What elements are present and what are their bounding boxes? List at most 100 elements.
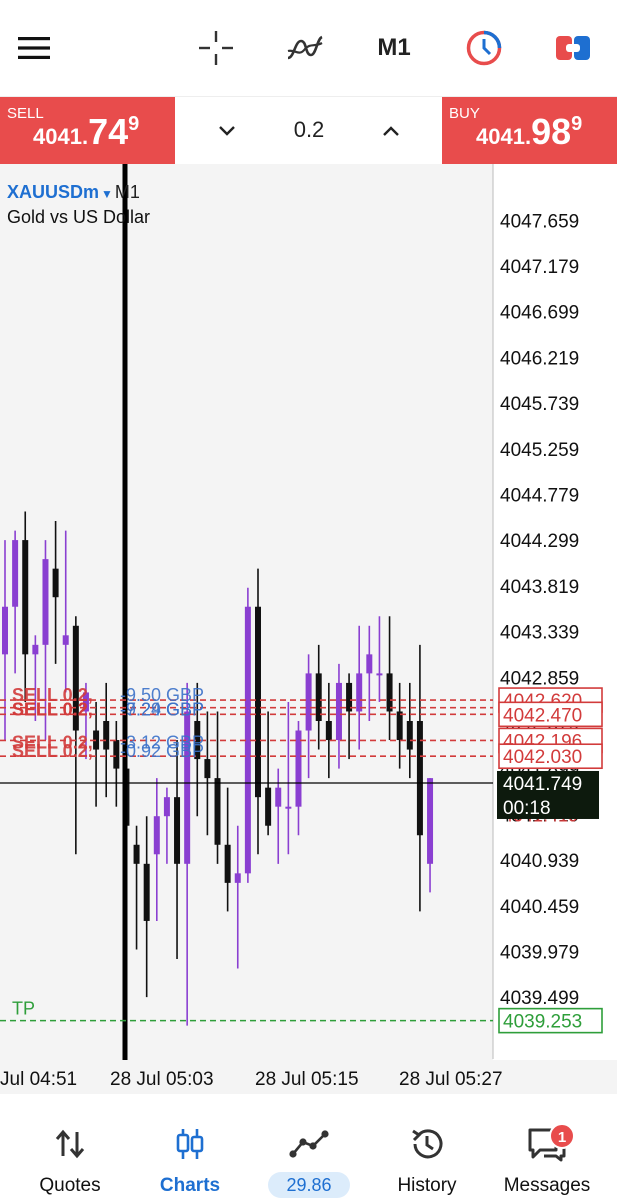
- candle-body[interactable]: [174, 797, 181, 864]
- candle-body[interactable]: [143, 863, 150, 921]
- crosshair-button[interactable]: [192, 24, 240, 72]
- chevron-up-icon: [383, 126, 399, 136]
- buy-price: 4041.989: [476, 111, 582, 153]
- candle-body[interactable]: [396, 711, 403, 741]
- price-tick-label: 4039.499: [500, 988, 579, 1009]
- symbol-dropdown-icon[interactable]: ▼: [101, 187, 113, 201]
- sell-button[interactable]: SELL 4041.749: [0, 97, 175, 165]
- history-clock-button[interactable]: [460, 24, 508, 72]
- order-line-profit: -7.24 GBP: [120, 699, 204, 719]
- messages-badge: 1: [549, 1123, 575, 1149]
- price-tick-label: 4045.739: [500, 394, 579, 415]
- candle-body[interactable]: [113, 740, 120, 769]
- candle-body[interactable]: [406, 720, 413, 750]
- menu-button[interactable]: [10, 24, 58, 72]
- symbol-header[interactable]: XAUUSDm ▼ M1: [7, 182, 140, 203]
- candle-body[interactable]: [386, 673, 393, 712]
- clock-chart-icon: [466, 30, 502, 66]
- nav-quotes[interactable]: Quotes: [10, 1094, 130, 1200]
- nav-charts[interactable]: Charts: [130, 1094, 250, 1200]
- current-price-label: 4041.749: [503, 774, 582, 795]
- volume-value[interactable]: 0.2: [269, 117, 349, 143]
- nav-messages[interactable]: Messages: [487, 1094, 607, 1200]
- one-click-trade-panel: SELL 4041.749 0.2 BUY 4041.989: [0, 96, 617, 165]
- order-line-label: SELL 0.2,: [12, 741, 93, 761]
- price-tick-label: 4040.939: [500, 851, 579, 872]
- take-profit-price-label: 4039.253: [503, 1012, 582, 1033]
- nav-history[interactable]: History: [367, 1094, 487, 1200]
- candle-body[interactable]: [234, 873, 241, 883]
- candle-body[interactable]: [356, 673, 363, 712]
- candle-body[interactable]: [366, 654, 373, 674]
- nav-history-label: History: [397, 1175, 457, 1196]
- nav-messages-label: Messages: [503, 1175, 591, 1196]
- bottom-navigation: Quotes Charts 29.86 History Messages: [0, 1094, 617, 1200]
- price-tick-label: 4043.819: [500, 577, 579, 598]
- sell-price-sup: 9: [128, 113, 140, 135]
- candle-body[interactable]: [153, 816, 160, 855]
- candle-body[interactable]: [305, 673, 312, 731]
- volume-increase-button[interactable]: [369, 109, 413, 153]
- chevron-down-icon: [219, 126, 235, 136]
- symbol-description: Gold vs US Dollar: [7, 207, 151, 227]
- candle-body[interactable]: [325, 720, 332, 741]
- nav-charts-label: Charts: [159, 1175, 221, 1196]
- candle-body[interactable]: [335, 682, 342, 741]
- candle-body[interactable]: [103, 720, 110, 750]
- trade-balance-pill[interactable]: 29.86: [268, 1172, 350, 1198]
- buy-button[interactable]: BUY 4041.989: [442, 97, 617, 165]
- price-tick-label: 4045.259: [500, 440, 579, 461]
- candle-body[interactable]: [62, 635, 69, 645]
- candle-body[interactable]: [427, 778, 434, 864]
- candle-body[interactable]: [376, 673, 383, 676]
- price-chart[interactable]: 4047.659 4047.179 4046.699 4046.219 4045.739…: [0, 164, 617, 1094]
- time-tick-label: Jul 04:51: [0, 1069, 77, 1090]
- candle-body[interactable]: [255, 606, 261, 798]
- price-tick-label: 4047.179: [500, 257, 579, 278]
- price-tick-label: 4044.299: [500, 531, 579, 552]
- indicators-button[interactable]: [280, 24, 330, 72]
- candle-body[interactable]: [416, 720, 423, 836]
- price-tick-label: 4044.779: [500, 485, 579, 506]
- volume-control: 0.2: [175, 97, 442, 165]
- candle-body[interactable]: [32, 644, 39, 655]
- one-click-trading-button[interactable]: [548, 24, 598, 72]
- sell-price-big: 74: [88, 111, 129, 152]
- candle-body[interactable]: [133, 844, 140, 864]
- candle-body[interactable]: [204, 759, 211, 779]
- candle-body[interactable]: [285, 806, 292, 809]
- order-line-label: SELL 0.2,: [12, 699, 93, 719]
- time-tick-label: 28 Jul 05:15: [255, 1069, 359, 1090]
- order-price-label: 4042.470: [503, 705, 582, 726]
- candle-body[interactable]: [2, 606, 8, 655]
- bar-countdown: 00:18: [503, 798, 551, 819]
- timeframe-button[interactable]: M1: [365, 24, 423, 72]
- time-tick-label: 28 Jul 05:03: [110, 1069, 214, 1090]
- candle-body[interactable]: [295, 730, 302, 807]
- candle-body[interactable]: [163, 797, 170, 817]
- messages-icon: [487, 1124, 607, 1164]
- candle-body[interactable]: [214, 778, 221, 845]
- candle-body[interactable]: [265, 787, 272, 826]
- order-line-profit: -0.92 GBP: [120, 741, 204, 761]
- symbol-name[interactable]: XAUUSDm: [7, 182, 99, 202]
- candle-body[interactable]: [22, 540, 29, 655]
- candle-body[interactable]: [275, 787, 282, 807]
- price-tick-label: 4040.459: [500, 897, 579, 918]
- order-price-label: 4042.030: [503, 747, 582, 768]
- buy-price-big: 98: [531, 111, 572, 152]
- candles-icon: [130, 1124, 250, 1164]
- price-tick-label: 4047.659: [500, 211, 579, 232]
- indicator-wave-icon: [287, 35, 323, 60]
- candle-body[interactable]: [224, 844, 231, 883]
- candle-body[interactable]: [52, 568, 59, 598]
- sell-price-main: 4041.: [33, 124, 89, 149]
- price-tick-label: 4039.979: [500, 943, 579, 964]
- trade-icon: [249, 1124, 369, 1164]
- volume-decrease-button[interactable]: [205, 109, 249, 153]
- candlestick-chart[interactable]: 4047.659 4047.179 4046.699 4046.219 4045.739…: [0, 164, 617, 1094]
- sell-price: 4041.749: [33, 111, 139, 153]
- candle-body[interactable]: [12, 540, 19, 607]
- history-icon: [367, 1124, 487, 1164]
- candle-body[interactable]: [42, 559, 49, 645]
